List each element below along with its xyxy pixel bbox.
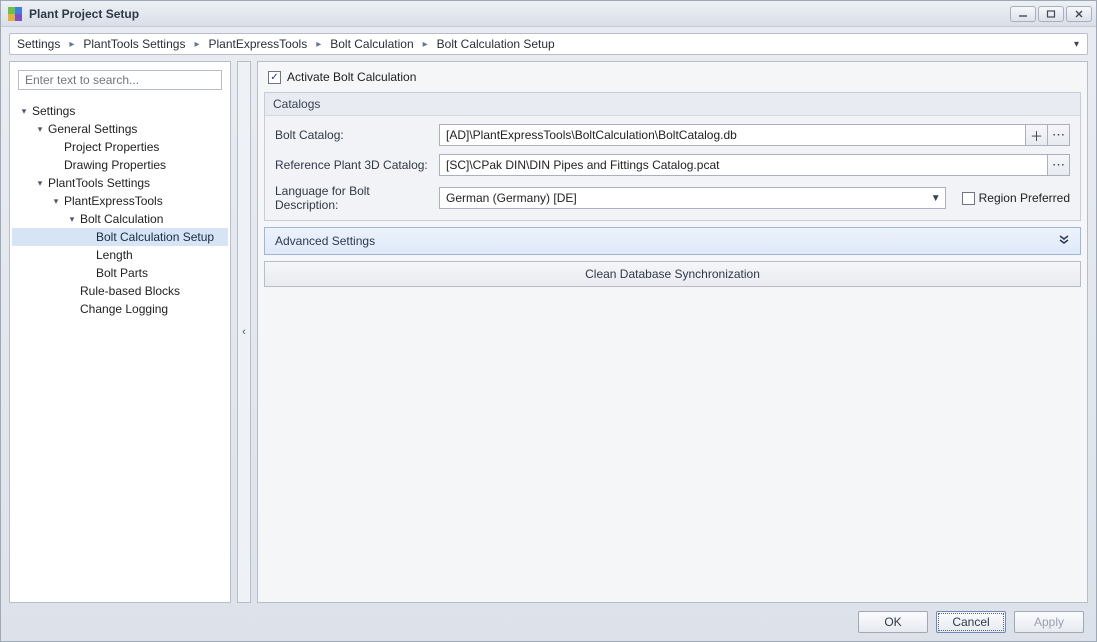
- ref-catalog-field[interactable]: [SC]\CPak DIN\DIN Pipes and Fittings Cat…: [439, 154, 1048, 176]
- chevron-right-icon: ▸: [316, 39, 321, 50]
- bolt-catalog-row: Bolt Catalog: [AD]\PlantExpressTools\Bol…: [275, 124, 1070, 146]
- lang-label: Language for Bolt Description:: [275, 184, 431, 212]
- ref-catalog-row: Reference Plant 3D Catalog: [SC]\CPak DI…: [275, 154, 1070, 176]
- catalogs-panel: Catalogs Bolt Catalog: [AD]\PlantExpress…: [264, 92, 1081, 221]
- ref-catalog-label: Reference Plant 3D Catalog:: [275, 158, 431, 172]
- plus-icon: ＋: [1030, 126, 1043, 145]
- tree-bolt-calc-setup[interactable]: Bolt Calculation Setup: [12, 228, 228, 246]
- expander-icon: ▾: [18, 106, 30, 117]
- lang-value: German (Germany) [DE]: [446, 191, 577, 205]
- ellipsis-icon: ⋯: [1052, 127, 1065, 143]
- tree-drawing-properties[interactable]: Drawing Properties: [12, 156, 228, 174]
- advanced-label: Advanced Settings: [275, 234, 375, 248]
- window-title: Plant Project Setup: [29, 7, 1010, 21]
- close-button[interactable]: [1066, 6, 1092, 22]
- breadcrumb: Settings ▸ PlantTools Settings ▸ PlantEx…: [9, 33, 1088, 55]
- body-area: ▾Settings ▾General Settings Project Prop…: [9, 61, 1088, 603]
- chevron-down-icon: ▼: [931, 193, 941, 204]
- tree-project-properties[interactable]: Project Properties: [12, 138, 228, 156]
- breadcrumb-settings[interactable]: Settings: [14, 37, 63, 51]
- bolt-catalog-field[interactable]: [AD]\PlantExpressTools\BoltCalculation\B…: [439, 124, 1026, 146]
- tree-planttools-settings[interactable]: ▾PlantTools Settings: [12, 174, 228, 192]
- cancel-button[interactable]: Cancel: [936, 611, 1006, 633]
- breadcrumb-plantexpress[interactable]: PlantExpressTools: [205, 37, 310, 51]
- app-icon: [7, 6, 23, 22]
- catalogs-title: Catalogs: [265, 93, 1080, 116]
- advanced-settings-toggle[interactable]: Advanced Settings: [264, 227, 1081, 255]
- main-content: ✓ Activate Bolt Calculation Catalogs Bol…: [257, 61, 1088, 603]
- chevron-left-icon: ‹: [242, 326, 246, 338]
- sidebar-collapse-handle[interactable]: ‹: [237, 61, 251, 603]
- sidebar: ▾Settings ▾General Settings Project Prop…: [9, 61, 231, 603]
- lang-row: Language for Bolt Description: German (G…: [275, 184, 1070, 212]
- bolt-catalog-label: Bolt Catalog:: [275, 128, 431, 142]
- search-wrap: [10, 62, 230, 98]
- chevron-right-icon: ▸: [194, 39, 199, 50]
- breadcrumb-planttools[interactable]: PlantTools Settings: [80, 37, 188, 51]
- tree-bolt-parts[interactable]: Bolt Parts: [12, 264, 228, 282]
- apply-button: Apply: [1014, 611, 1084, 633]
- nav-tree: ▾Settings ▾General Settings Project Prop…: [10, 98, 230, 602]
- window-controls: [1010, 6, 1092, 22]
- region-preferred-checkbox[interactable]: ✓: [962, 192, 975, 205]
- dialog-window: Plant Project Setup Settings ▸ PlantTool…: [0, 0, 1097, 642]
- chevron-right-icon: ▸: [69, 39, 74, 50]
- tree-general-settings[interactable]: ▾General Settings: [12, 120, 228, 138]
- tree-change-logging[interactable]: Change Logging: [12, 300, 228, 318]
- activate-row: ✓ Activate Bolt Calculation: [264, 68, 1081, 86]
- breadcrumb-boltcalc[interactable]: Bolt Calculation: [327, 37, 416, 51]
- breadcrumb-boltcalc-setup[interactable]: Bolt Calculation Setup: [434, 37, 558, 51]
- bolt-catalog-add-button[interactable]: ＋: [1026, 124, 1048, 146]
- expand-down-icon: [1058, 234, 1070, 249]
- tree-bolt-calculation[interactable]: ▾Bolt Calculation: [12, 210, 228, 228]
- titlebar: Plant Project Setup: [1, 1, 1096, 27]
- tree-settings[interactable]: ▾Settings: [12, 102, 228, 120]
- catalogs-body: Bolt Catalog: [AD]\PlantExpressTools\Bol…: [265, 116, 1080, 220]
- expander-icon: ▾: [34, 178, 46, 189]
- minimize-button[interactable]: [1010, 6, 1036, 22]
- expander-icon: ▾: [50, 196, 62, 207]
- bolt-catalog-browse-button[interactable]: ⋯: [1048, 124, 1070, 146]
- clean-db-sync-label: Clean Database Synchronization: [585, 267, 760, 281]
- breadcrumb-dropdown-icon[interactable]: ▾: [1074, 39, 1083, 50]
- maximize-button[interactable]: [1038, 6, 1064, 22]
- tree-plantexpresstools[interactable]: ▾PlantExpressTools: [12, 192, 228, 210]
- ref-catalog-browse-button[interactable]: ⋯: [1048, 154, 1070, 176]
- chevron-right-icon: ▸: [423, 39, 428, 50]
- expander-icon: ▾: [66, 214, 78, 225]
- ellipsis-icon: ⋯: [1052, 157, 1065, 173]
- activate-label: Activate Bolt Calculation: [287, 70, 416, 84]
- tree-length[interactable]: Length: [12, 246, 228, 264]
- ok-button[interactable]: OK: [858, 611, 928, 633]
- expander-icon: ▾: [34, 124, 46, 135]
- search-input[interactable]: [18, 70, 222, 90]
- dialog-footer: OK Cancel Apply: [1, 603, 1096, 641]
- lang-combo[interactable]: German (Germany) [DE] ▼: [439, 187, 946, 209]
- activate-checkbox[interactable]: ✓: [268, 71, 281, 84]
- region-preferred-label: Region Preferred: [979, 191, 1070, 205]
- tree-rule-based-blocks[interactable]: Rule-based Blocks: [12, 282, 228, 300]
- clean-db-sync-button[interactable]: Clean Database Synchronization: [264, 261, 1081, 287]
